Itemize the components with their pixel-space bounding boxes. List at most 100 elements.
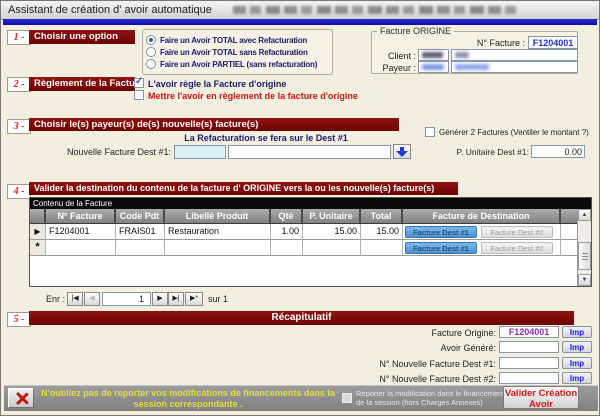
punitaire-dest1-input[interactable]	[531, 145, 585, 158]
row-selector-current[interactable]	[30, 224, 46, 240]
radio-avoir-partiel[interactable]	[146, 59, 156, 69]
dest1-code-input[interactable]	[174, 145, 226, 159]
row-selector-new[interactable]	[30, 240, 46, 256]
nav-new-record-button[interactable]	[185, 292, 203, 306]
cell-libelle[interactable]: Restauration	[165, 224, 271, 240]
checkbox-avoir-regle-label[interactable]: L'avoir règle la Facture d'origine	[148, 79, 286, 89]
header-selector	[30, 209, 46, 224]
recap-nouvelle-facture-1-field[interactable]	[499, 357, 559, 369]
cell-p-unitaire[interactable]: 15.00	[303, 224, 361, 240]
checkbox-reporter-modification[interactable]	[342, 393, 352, 403]
top-accent-bar	[3, 19, 597, 25]
checkbox-generer-label[interactable]: Générer 2 Factures (Ventiler le montant …	[439, 128, 589, 137]
radio-label-0[interactable]: Faire un Avoir TOTAL avec Refacturation	[160, 36, 307, 45]
scrollbar-thumb[interactable]	[578, 242, 591, 270]
section-2-number: 2 -	[7, 77, 31, 92]
payeur-label: Payeur :	[371, 63, 416, 73]
recap-avoir-genere-field[interactable]	[499, 341, 559, 353]
scrollbar-down-icon[interactable]: ▼	[578, 274, 591, 286]
nav-first-button[interactable]	[67, 292, 83, 306]
section-3-header: Choisir le(s) payeur(s) de(s) nouvelle(s…	[29, 118, 399, 131]
cell-code-pdt[interactable]: FRAIS01	[116, 224, 165, 240]
facture-dest1-button[interactable]: Facture Dest #1	[405, 242, 477, 254]
table-grid: N° Facture Code Pdt Libellé Produit Qté …	[30, 209, 591, 286]
scrollbar-up-icon[interactable]: ▲	[578, 209, 591, 221]
imp-nouvelle-facture-2-button[interactable]: Imp	[562, 372, 592, 384]
nav-previous-button[interactable]	[84, 292, 100, 306]
close-button[interactable]	[8, 388, 34, 408]
nav-next-button[interactable]	[152, 292, 168, 306]
section-1-header: Choisir une option	[29, 30, 135, 44]
header-qte: Qté	[271, 209, 303, 224]
wizard-window: Assistant de création d' avoir automatiq…	[0, 0, 600, 416]
facture-dest1-button[interactable]: Facture Dest #1	[405, 226, 477, 238]
recap-nouvelle-facture-2-field[interactable]	[499, 372, 559, 384]
radio-label-1[interactable]: Faire un Avoir TOTAL sans Refacturation	[160, 48, 308, 57]
table-row: F1204001 FRAIS01 Restauration 1.00 15.00…	[30, 224, 591, 240]
section-5-header: Récapitulatif	[29, 311, 574, 325]
cell-total-empty[interactable]	[361, 240, 403, 256]
client-code-field[interactable]	[418, 49, 449, 61]
radio-avoir-total-avec-refacturation[interactable]	[146, 35, 156, 45]
checkbox-mettre-avoir-reglement[interactable]	[134, 90, 144, 100]
radio-avoir-total-sans-refacturation[interactable]	[146, 47, 156, 57]
punitaire-dest1-label: P. Unitaire Dest #1:	[433, 147, 529, 157]
dest1-label: Nouvelle Facture Dest #1:	[41, 147, 171, 157]
section-4-number: 4 -	[7, 184, 31, 199]
radio-label-2[interactable]: Faire un Avoir PARTIEL (sans refacturati…	[160, 60, 317, 69]
cell-qte-empty[interactable]	[271, 240, 303, 256]
facture-origine-label: Facture ORIGINE	[377, 26, 454, 36]
imp-facture-origine-button[interactable]: Imp	[562, 326, 592, 338]
facture-dest2-button[interactable]: Facture Dest #2	[481, 242, 553, 254]
section-3-number: 3 -	[7, 119, 31, 134]
imp-avoir-genere-button[interactable]: Imp	[562, 341, 592, 353]
cell-qte[interactable]: 1.00	[271, 224, 303, 240]
imp-nouvelle-facture-1-button[interactable]: Imp	[562, 357, 592, 369]
redacted-title-text	[233, 6, 518, 14]
numero-facture-label: N° Facture :	[381, 38, 525, 48]
facture-dest2-button[interactable]: Facture Dest #2	[481, 226, 553, 238]
valider-creation-avoir-button[interactable]: Valider Création Avoir	[503, 386, 579, 409]
cell-num-facture-empty[interactable]	[46, 240, 116, 256]
record-count-label: sur 1	[208, 294, 228, 304]
header-code-pdt: Code Pdt	[116, 209, 165, 224]
header-total: Total	[361, 209, 403, 224]
section-4-header: Valider la destination du contenu de la …	[29, 182, 458, 195]
recap-nouvelle-facture-1-label: N° Nouvelle Facture Dest #1:	[321, 359, 496, 369]
table-caption: Contenu de la Facture	[30, 198, 591, 209]
recap-facture-origine-field[interactable]	[499, 326, 559, 338]
record-nav-label: Enr :	[46, 294, 65, 304]
payeur-code-field[interactable]	[418, 61, 449, 73]
checkbox-mettre-avoir-label[interactable]: Mettre l'avoir en règlement de la factur…	[148, 91, 358, 101]
header-libelle: Libellé Produit	[165, 209, 271, 224]
cell-libelle-empty[interactable]	[165, 240, 271, 256]
checkbox-avoir-regle-facture[interactable]	[134, 78, 144, 88]
refacturation-note: La Refacturation se fera sur le Dest #1	[131, 133, 401, 143]
title-bar[interactable]: Assistant de création d' avoir automatiq…	[1, 1, 599, 20]
redacted-payeur-name	[455, 64, 489, 70]
nav-last-button[interactable]	[168, 292, 184, 306]
recap-facture-origine-label: Facture Origine:	[321, 328, 496, 338]
numero-facture-field[interactable]	[528, 36, 578, 49]
nav-record-input[interactable]	[102, 292, 151, 306]
dest1-dropdown-button[interactable]	[393, 144, 411, 159]
footer-warning-text: N'oubliez pas de reporter vos modificati…	[39, 388, 337, 410]
redacted-client-code	[422, 52, 443, 58]
table-new-row: Facture Dest #1 Facture Dest #2	[30, 240, 591, 256]
header-facture-destination: Facture de Destination	[403, 209, 561, 224]
payeur-name-field[interactable]	[451, 61, 578, 73]
dest1-name-input[interactable]	[228, 145, 391, 159]
cell-num-facture[interactable]: F1204001	[46, 224, 116, 240]
checkbox-generer-2-factures[interactable]	[425, 127, 435, 137]
cell-total[interactable]: 15.00	[361, 224, 403, 240]
cell-p-unitaire-empty[interactable]	[303, 240, 361, 256]
client-label: Client :	[371, 51, 416, 61]
header-num-facture: N° Facture	[46, 209, 116, 224]
table-header-row: N° Facture Code Pdt Libellé Produit Qté …	[30, 209, 591, 224]
client-name-field[interactable]	[451, 49, 578, 61]
contenu-facture-table: Contenu de la Facture N° Facture Code Pd…	[29, 197, 592, 287]
table-scrollbar[interactable]: ▲ ▼	[577, 209, 591, 286]
section-5-number: 5 -	[7, 312, 31, 327]
cell-code-pdt-empty[interactable]	[116, 240, 165, 256]
reporter-modification-label[interactable]: Reporter la modification dans le finance…	[356, 389, 506, 407]
